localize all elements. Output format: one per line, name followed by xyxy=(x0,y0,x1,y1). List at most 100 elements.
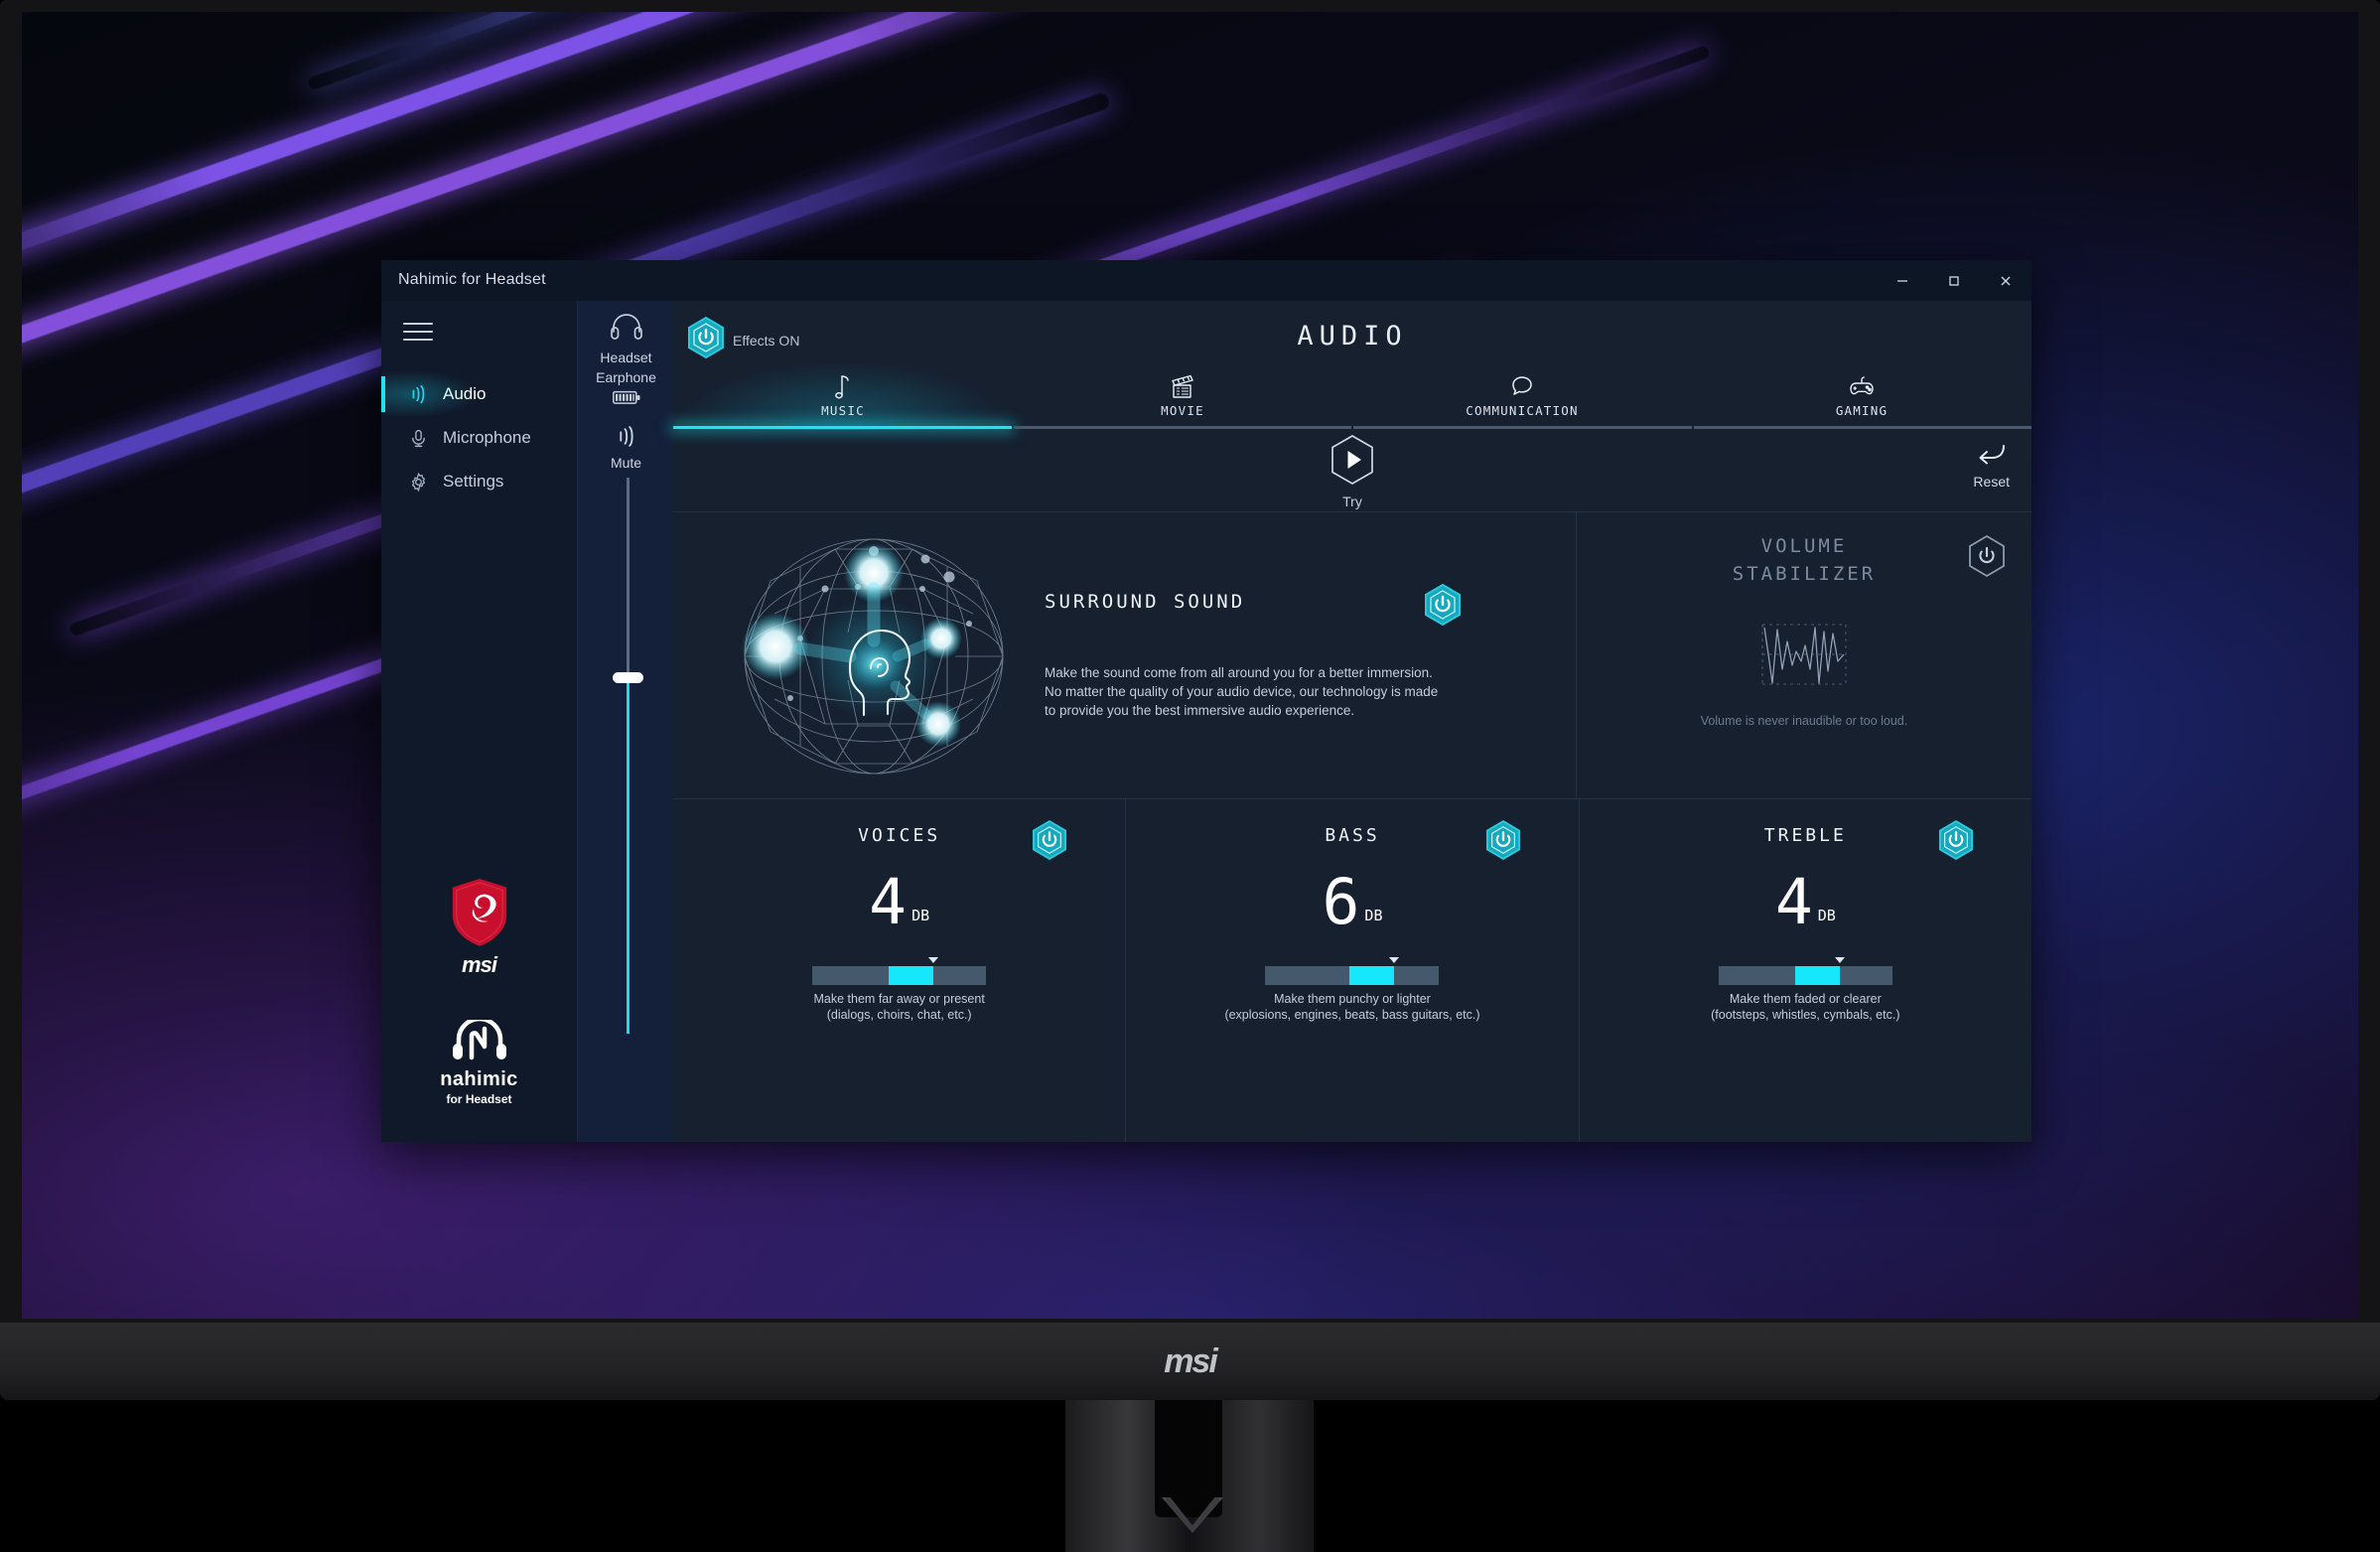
equalizer-unit: DB xyxy=(1817,907,1836,924)
treble-slider[interactable] xyxy=(1718,957,1892,985)
equalizer-description: Make them far away or present (dialogs, … xyxy=(673,991,1125,1023)
stabilizer-note: Volume is never inaudible or too loud. xyxy=(1700,714,1908,728)
equalizer-description: Make them faded or clearer (footsteps, w… xyxy=(1580,991,2031,1023)
speaker-waves-icon xyxy=(403,381,433,407)
slider-caret xyxy=(928,957,939,963)
volume-slider-handle[interactable] xyxy=(613,671,643,683)
device-column: Headset Earphone Mute xyxy=(577,301,675,1142)
action-row: Try Reset xyxy=(673,430,2031,511)
surround-sound-panel: SURROUND SOUND Make the sound come from … xyxy=(673,512,1577,798)
slider-segment xyxy=(1795,966,1841,985)
treble-power-toggle[interactable] xyxy=(1938,819,1974,866)
monitor-screen: Nahimic for Headset Audio Microphone Set… xyxy=(22,12,2358,1319)
monitor-bezel: msi xyxy=(0,1323,2380,1400)
hamburger-icon[interactable] xyxy=(403,323,433,345)
mute-label: Mute xyxy=(610,455,642,471)
gear-icon xyxy=(403,469,433,494)
tab-underline xyxy=(673,426,2031,429)
msi-bezel-logo: msi xyxy=(1164,1342,1218,1380)
brand-block: msi nahimic for Headset xyxy=(381,877,577,1106)
volume-stabilizer-panel: VOLUME STABILIZER Volume is never inaudi… xyxy=(1577,512,2031,798)
surround-text-block: SURROUND SOUND Make the sound come from … xyxy=(1045,583,1462,720)
monitor-frame: Nahimic for Headset Audio Microphone Set… xyxy=(0,0,2380,1336)
voices-slider[interactable] xyxy=(812,957,987,985)
tab-underline-movie xyxy=(1013,426,1351,429)
equalizer-value: 4 xyxy=(869,866,908,938)
microphone-icon xyxy=(403,425,433,451)
nahimic-logo-icon xyxy=(452,1020,506,1060)
msi-shield-icon xyxy=(452,879,506,947)
equalizer-description-line2: (footsteps, whistles, cymbals, etc.) xyxy=(1711,1008,1900,1022)
device-name-line2: Earphone xyxy=(596,369,656,385)
tab-movie[interactable]: MOVIE xyxy=(1013,363,1352,423)
feature-row: SURROUND SOUND Make the sound come from … xyxy=(673,511,2031,799)
equalizer-description-line1: Make them punchy or lighter xyxy=(1274,992,1431,1006)
msi-wordmark: msi xyxy=(462,952,497,977)
bass-power-toggle[interactable] xyxy=(1485,819,1521,866)
sidebar-item-audio[interactable]: Audio xyxy=(381,370,577,418)
device-info[interactable]: Headset Earphone xyxy=(578,313,674,410)
equalizer-description-line1: Make them far away or present xyxy=(813,992,985,1006)
sidebar-nav: Audio Microphone Settings xyxy=(381,370,577,503)
sidebar-item-label: Settings xyxy=(443,472,504,491)
stabilizer-title-line2: STABILIZER xyxy=(1732,563,1877,585)
stabilizer-title-line1: VOLUME xyxy=(1760,535,1848,557)
equalizer-value-group: 4 DB xyxy=(673,866,1125,938)
music-note-icon xyxy=(833,370,853,400)
sidebar-item-microphone[interactable]: Microphone xyxy=(381,416,577,460)
mute-button[interactable]: Mute xyxy=(578,424,674,471)
play-hexagon-icon xyxy=(1330,434,1375,491)
volume-slider-fill xyxy=(627,677,630,1034)
tab-label: COMMUNICATION xyxy=(1466,403,1579,418)
try-label: Try xyxy=(1342,494,1362,509)
page-title: AUDIO xyxy=(1297,321,1408,352)
equalizer-value: 4 xyxy=(1774,866,1813,938)
tab-communication[interactable]: COMMUNICATION xyxy=(1352,363,1692,423)
battery-full-icon xyxy=(612,390,640,410)
slider-caret xyxy=(1388,957,1399,963)
main-panel: Effects ON AUDIO MUSIC MOVIE COMMUNICATI… xyxy=(673,301,2031,1142)
stabilizer-power-toggle[interactable] xyxy=(1968,534,2006,583)
speech-bubble-icon xyxy=(1508,370,1536,400)
tab-underline-communication xyxy=(1353,426,1692,429)
equalizer-value-group: 6 DB xyxy=(1126,866,1578,938)
equalizer-description-line2: (explosions, engines, beats, bass guitar… xyxy=(1224,1008,1480,1022)
tab-underline-gaming xyxy=(1693,426,2031,429)
screenshot-root: Nahimic for Headset Audio Microphone Set… xyxy=(0,0,2380,1552)
minimize-button[interactable] xyxy=(1877,260,1928,301)
tab-gaming[interactable]: GAMING xyxy=(1692,363,2031,423)
equalizer-unit: DB xyxy=(1364,907,1383,924)
equalizer-bass: BASS 6 DB Make them punchy or lighter (e… xyxy=(1126,797,1580,1142)
window-titlebar[interactable]: Nahimic for Headset xyxy=(381,260,2031,301)
sidebar-item-label: Audio xyxy=(443,384,487,403)
equalizer-treble: TREBLE 4 DB Make them faded or clearer (… xyxy=(1580,797,2031,1142)
tab-music[interactable]: MUSIC xyxy=(673,363,1013,423)
equalizer-unit: DB xyxy=(911,907,930,924)
headphones-icon xyxy=(610,313,643,346)
volume-slider[interactable] xyxy=(613,478,643,1034)
surround-header: SURROUND SOUND xyxy=(1045,583,1462,632)
surround-sphere-head-icon xyxy=(731,529,1017,782)
equalizer-value-group: 4 DB xyxy=(1580,866,2031,938)
try-button[interactable]: Try xyxy=(1330,434,1375,509)
maximize-button[interactable] xyxy=(1928,260,1980,301)
bass-slider[interactable] xyxy=(1265,957,1440,985)
window-title: Nahimic for Headset xyxy=(398,271,546,288)
equalizer-description: Make them punchy or lighter (explosions,… xyxy=(1126,991,1578,1023)
reset-button[interactable]: Reset xyxy=(1973,442,2010,490)
equalizer-value: 6 xyxy=(1322,866,1360,938)
nahimic-wordmark: nahimic xyxy=(440,1068,518,1090)
sidebar: Audio Microphone Settings msi nahimic fo… xyxy=(381,301,577,1142)
tab-underline-music xyxy=(673,426,1012,429)
mode-tabs: MUSIC MOVIE COMMUNICATION GAMING xyxy=(673,363,2031,423)
tab-label: MOVIE xyxy=(1161,403,1204,418)
surround-power-toggle[interactable] xyxy=(1424,583,1462,632)
device-name-line1: Headset xyxy=(600,350,652,365)
close-button[interactable] xyxy=(1980,260,2031,301)
equalizer-description-line1: Make them faded or clearer xyxy=(1729,992,1882,1006)
sidebar-item-settings[interactable]: Settings xyxy=(381,460,577,503)
clapperboard-icon xyxy=(1169,370,1196,400)
voices-power-toggle[interactable] xyxy=(1032,819,1067,866)
window-controls xyxy=(1877,260,2031,301)
slider-segment xyxy=(1348,966,1394,985)
